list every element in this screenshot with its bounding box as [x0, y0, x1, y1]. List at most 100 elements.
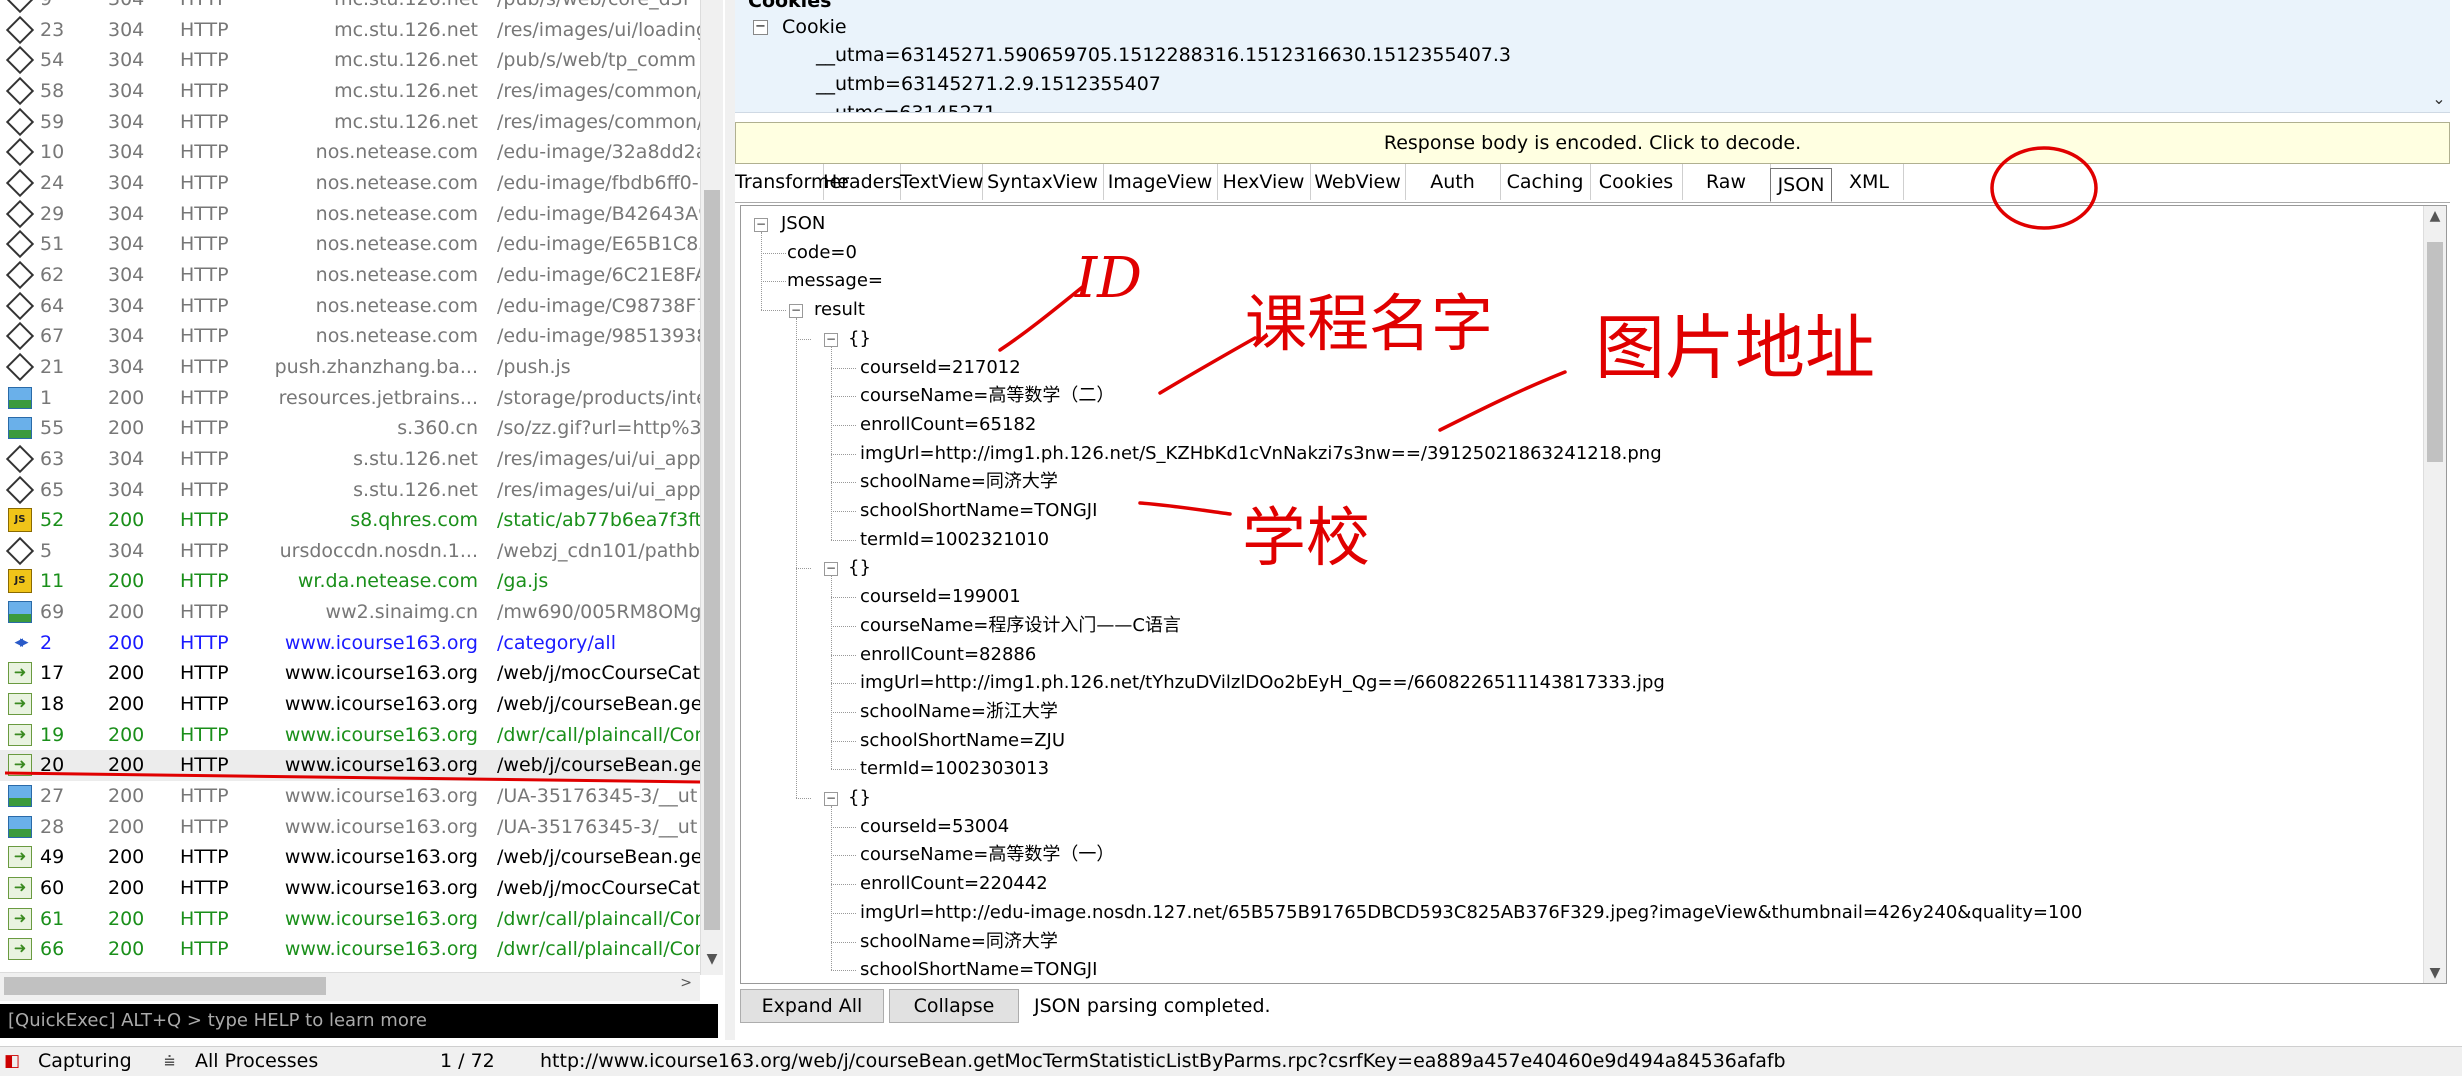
tab-headers[interactable]: Headers — [823, 164, 902, 200]
protocol: HTTP — [180, 754, 229, 777]
session-row[interactable]: ➜ 17 200 HTTP www.icourse163.org/web/j/mocCo… — [0, 658, 700, 689]
tree-connector — [831, 941, 856, 943]
session-list: 9 304 HTTP mc.stu.126.net/pub/s/web/core_d3… — [0, 0, 702, 965]
host: nos.netease.com — [315, 233, 478, 256]
cached-response-icon — [6, 322, 34, 351]
protocol: HTTP — [180, 815, 229, 838]
session-row[interactable]: 54 304 HTTP mc.stu.126.net/pub/s/web/tp_com… — [0, 45, 700, 76]
session-row[interactable]: 62 304 HTTP nos.netease.com/edu-image/6C21E… — [0, 260, 702, 291]
session-row[interactable]: ➜ 49 200 HTTP www.icourse163.org/web/j/cours… — [0, 842, 702, 873]
image-file-icon — [8, 601, 32, 624]
session-row[interactable]: 24 304 HTTP nos.netease.com/edu-image/fbdb6… — [0, 168, 700, 199]
session-row[interactable]: 27 200 HTTP www.icourse163.org/UA-35176345-… — [0, 781, 700, 812]
session-list-horizontal-scrollbar[interactable]: > — [0, 972, 700, 1001]
session-row[interactable]: ➜ 60 200 HTTP www.icourse163.org/web/j/mocCo… — [0, 873, 700, 904]
tab-auth[interactable]: Auth — [1405, 164, 1501, 200]
session-row[interactable]: 28 200 HTTP www.icourse163.org/UA-35176345-… — [0, 812, 700, 843]
filter-icon[interactable]: ⩧ — [164, 1047, 175, 1076]
scroll-down-arrow-icon[interactable]: ▼ — [701, 951, 723, 973]
tab-syntaxview[interactable]: SyntaxView — [982, 164, 1104, 200]
collapse-toggle-icon[interactable]: − — [824, 332, 838, 347]
session-row[interactable]: 67 304 HTTP nos.netease.com/edu-image/98513… — [0, 321, 702, 352]
collapse-toggle-icon[interactable]: − — [753, 20, 768, 35]
status-code: 200 — [108, 723, 145, 746]
tab-hexview[interactable]: HexView — [1217, 164, 1311, 200]
session-row[interactable]: ➜ 66 200 HTTP www.icourse163.org/dwr/call/pl… — [0, 934, 702, 965]
tab-webview[interactable]: WebView — [1310, 164, 1406, 200]
tab-transformer[interactable]: Transformer — [735, 164, 849, 200]
collapse-toggle-icon[interactable]: − — [754, 218, 768, 232]
session-row[interactable]: 63 304 HTTP s.stu.126.net/res/images/ui/ui_… — [0, 444, 702, 475]
scrollbar-thumb[interactable] — [2427, 242, 2443, 462]
scrollbar-thumb[interactable] — [4, 977, 326, 995]
session-row[interactable]: JS 11 200 HTTP wr.da.netease.com/ga.js — [0, 566, 700, 597]
expand-all-button[interactable]: Expand All — [740, 989, 884, 1023]
cookie-group[interactable]: − Cookie — [753, 16, 847, 38]
session-row[interactable]: 69 200 HTTP ww2.sinaimg.cn/mw690/005RM8OMgv — [0, 597, 702, 628]
json-vertical-scrollbar[interactable]: ▲ ▼ — [2423, 206, 2446, 983]
status-code: 200 — [108, 509, 145, 532]
json-node: code=0 — [787, 241, 857, 263]
session-row[interactable]: 1 200 HTTP resources.jetbrains... /storage/p… — [0, 383, 702, 414]
status-code: 200 — [108, 785, 145, 808]
session-row[interactable]: 10 304 HTTP nos.netease.com/edu-image/32a8d… — [0, 137, 702, 168]
collapse-toggle-icon[interactable]: − — [824, 562, 838, 577]
session-row[interactable]: 59 304 HTTP mc.stu.126.net/res/images/commo… — [0, 107, 702, 138]
scroll-right-arrow-icon[interactable]: > — [680, 975, 692, 991]
session-row[interactable]: 58 304 HTTP mc.stu.126.net/res/images/commo… — [0, 76, 702, 107]
capturing-label[interactable]: Capturing — [38, 1047, 132, 1076]
session-row[interactable]: 21 304 HTTP push.zhanzhang.ba... /push.js — [0, 352, 700, 383]
json-property: imgUrl=http://edu-image.nosdn.127.net/65… — [860, 901, 2083, 923]
tab-cookies[interactable]: Cookies — [1590, 164, 1683, 200]
collapse-toggle-icon[interactable]: − — [789, 304, 803, 319]
url-path: /res/images/common/ — [497, 79, 702, 102]
session-row[interactable]: 5 304 HTTP ursdoccdn.nosdn.1... /webzj_cdn10… — [0, 536, 700, 567]
session-row[interactable]: ◂▸ 2 200 HTTP www.icourse163.org/category/al… — [0, 628, 700, 659]
pane-splitter[interactable] — [725, 0, 735, 1040]
collapse-button[interactable]: Collapse — [889, 989, 1019, 1023]
tab-textview[interactable]: TextView — [900, 164, 984, 200]
session-list-vertical-scrollbar[interactable]: ▼ — [700, 0, 723, 975]
tab-caching[interactable]: Caching — [1500, 164, 1591, 200]
session-row[interactable]: 55 200 HTTP s.360.cn/so/zz.gif?url=http%3 — [0, 413, 702, 444]
tab-xml[interactable]: XML — [1835, 164, 1904, 200]
process-filter-label[interactable]: All Processes — [195, 1047, 318, 1076]
response-arrow-icon: ➜ — [8, 754, 32, 777]
decode-banner[interactable]: Response body is encoded. Click to decod… — [735, 122, 2450, 164]
tree-connector — [831, 597, 856, 599]
session-row[interactable]: ➜ 61 200 HTTP www.icourse163.org/dwr/call/pl… — [0, 904, 702, 935]
session-row[interactable]: 23 304 HTTP mc.stu.126.net/res/images/ui/lo… — [0, 15, 702, 46]
chevron-down-icon[interactable]: ⌄ — [2428, 89, 2450, 108]
collapse-toggle-icon[interactable]: − — [824, 792, 838, 806]
session-row[interactable]: 29 304 HTTP nos.netease.com/edu-image/B4264… — [0, 199, 702, 230]
session-row[interactable]: 64 304 HTTP nos.netease.com/edu-image/C9873… — [0, 291, 702, 322]
host: nos.netease.com — [315, 263, 478, 286]
cookies-scrollbar[interactable]: ⌄ — [2428, 0, 2450, 112]
session-row[interactable]: 51 304 HTTP nos.netease.com/edu-image/E65B1… — [0, 229, 702, 260]
session-row[interactable]: ➜ 18 200 HTTP www.icourse163.org/web/j/cours… — [0, 689, 702, 720]
status-code: 200 — [108, 570, 145, 593]
scroll-down-arrow-icon[interactable]: ▼ — [2424, 965, 2446, 981]
tree-connector — [796, 338, 811, 340]
capture-icon[interactable]: ◧ — [4, 1047, 20, 1076]
session-number: 67 — [40, 325, 65, 348]
tab-json[interactable]: JSON — [1770, 168, 1832, 202]
protocol: HTTP — [180, 938, 229, 961]
scrollbar-thumb[interactable] — [704, 190, 720, 930]
protocol: HTTP — [180, 202, 229, 225]
session-row[interactable]: 9 304 HTTPmc.stu.126.net/pub/s/web/core_d3… — [0, 0, 700, 15]
session-row[interactable]: ➜ 20 200 HTTP www.icourse163.org/web/j/cours… — [0, 750, 702, 782]
quickexec-input[interactable]: [QuickExec] ALT+Q > type HELP to learn m… — [0, 1004, 718, 1038]
session-number: 52 — [40, 509, 65, 532]
status-code: 200 — [108, 693, 145, 716]
protocol: HTTP — [180, 907, 229, 930]
json-toolbar: Expand All Collapse JSON parsing complet… — [735, 985, 2450, 1029]
scroll-up-arrow-icon[interactable]: ▲ — [2424, 208, 2446, 224]
session-row[interactable]: 65 304 HTTP s.stu.126.net/res/images/ui/ui_… — [0, 475, 702, 506]
tab-raw[interactable]: Raw — [1682, 164, 1771, 200]
tab-imageview[interactable]: ImageView — [1103, 164, 1218, 200]
session-row[interactable]: ➜ 19 200 HTTP www.icourse163.org/dwr/call/pl… — [0, 720, 702, 751]
session-row[interactable]: JS 52 200 HTTP s8.qhres.com/static/ab77b6ea7… — [0, 505, 702, 536]
cached-response-icon — [6, 475, 34, 504]
url-path: /edu-image/6C21E8FA — [497, 263, 702, 286]
